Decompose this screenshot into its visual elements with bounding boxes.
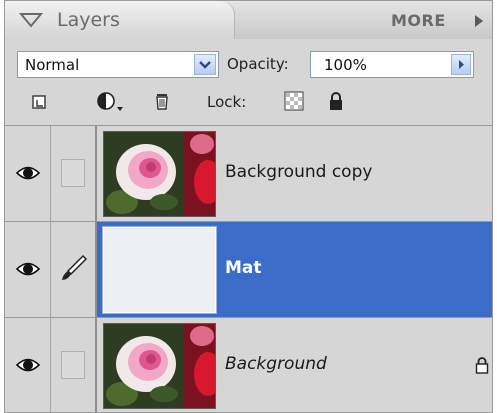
paintbrush-icon — [62, 254, 88, 280]
panel-title: Layers — [57, 9, 120, 31]
more-button[interactable]: MORE — [391, 11, 446, 30]
blend-mode-select[interactable]: Normal — [17, 51, 219, 78]
chevron-right-icon — [459, 60, 464, 69]
blend-opacity-row: Normal Opacity: 100% — [5, 39, 492, 81]
adjustment-layer-icon[interactable] — [95, 90, 125, 112]
layer-thumbnail[interactable] — [103, 323, 216, 409]
layer-row-mat[interactable]: Mat — [5, 222, 492, 318]
visibility-toggle[interactable] — [5, 318, 51, 412]
link-box[interactable] — [61, 159, 85, 187]
panel-header: Layers MORE — [5, 1, 492, 39]
layer-row-background-copy[interactable]: Background copy — [5, 126, 492, 222]
visibility-toggle[interactable] — [5, 222, 51, 317]
new-layer-icon[interactable] — [29, 90, 51, 112]
delete-layer-icon[interactable] — [151, 90, 173, 112]
layer-name[interactable]: Background — [225, 354, 327, 374]
eye-icon[interactable] — [15, 164, 41, 182]
blend-mode-dropdown-button[interactable] — [194, 54, 216, 75]
opacity-label: Opacity: — [227, 55, 289, 73]
lock-all-icon[interactable] — [325, 90, 347, 112]
lock-transparency-icon[interactable] — [283, 90, 305, 112]
layer-tools-row: Lock: — [5, 81, 492, 123]
visibility-toggle[interactable] — [5, 126, 51, 221]
more-arrow-icon[interactable] — [474, 14, 484, 28]
link-toggle[interactable] — [51, 318, 97, 412]
layers-panel: Layers MORE Normal Opacity: 100% Lock: B… — [4, 0, 493, 413]
eye-icon[interactable] — [15, 260, 41, 278]
link-toggle[interactable] — [51, 126, 97, 221]
link-box[interactable] — [61, 351, 85, 379]
panel-tab[interactable]: Layers — [5, 1, 235, 39]
collapse-triangle-icon[interactable] — [19, 11, 43, 29]
rose-photo-icon — [104, 324, 215, 408]
chevron-down-icon — [199, 61, 211, 69]
layer-thumbnail[interactable] — [103, 131, 216, 217]
layers-list: Background copy Mat Background — [5, 125, 492, 412]
blank-mat — [104, 228, 215, 312]
layer-name[interactable]: Mat — [225, 258, 262, 278]
lock-icon — [475, 357, 489, 374]
layer-row-background[interactable]: Background — [5, 318, 492, 412]
opacity-value: 100% — [324, 56, 367, 74]
layer-thumbnail[interactable] — [102, 226, 217, 314]
eye-icon[interactable] — [15, 356, 41, 374]
opacity-field[interactable]: 100% — [310, 51, 474, 78]
layer-name[interactable]: Background copy — [225, 162, 372, 182]
lock-label: Lock: — [207, 93, 247, 111]
paint-toggle[interactable] — [51, 222, 97, 317]
blend-mode-value: Normal — [25, 56, 80, 74]
rose-photo-icon — [104, 132, 215, 216]
opacity-slider-button[interactable] — [451, 54, 471, 75]
